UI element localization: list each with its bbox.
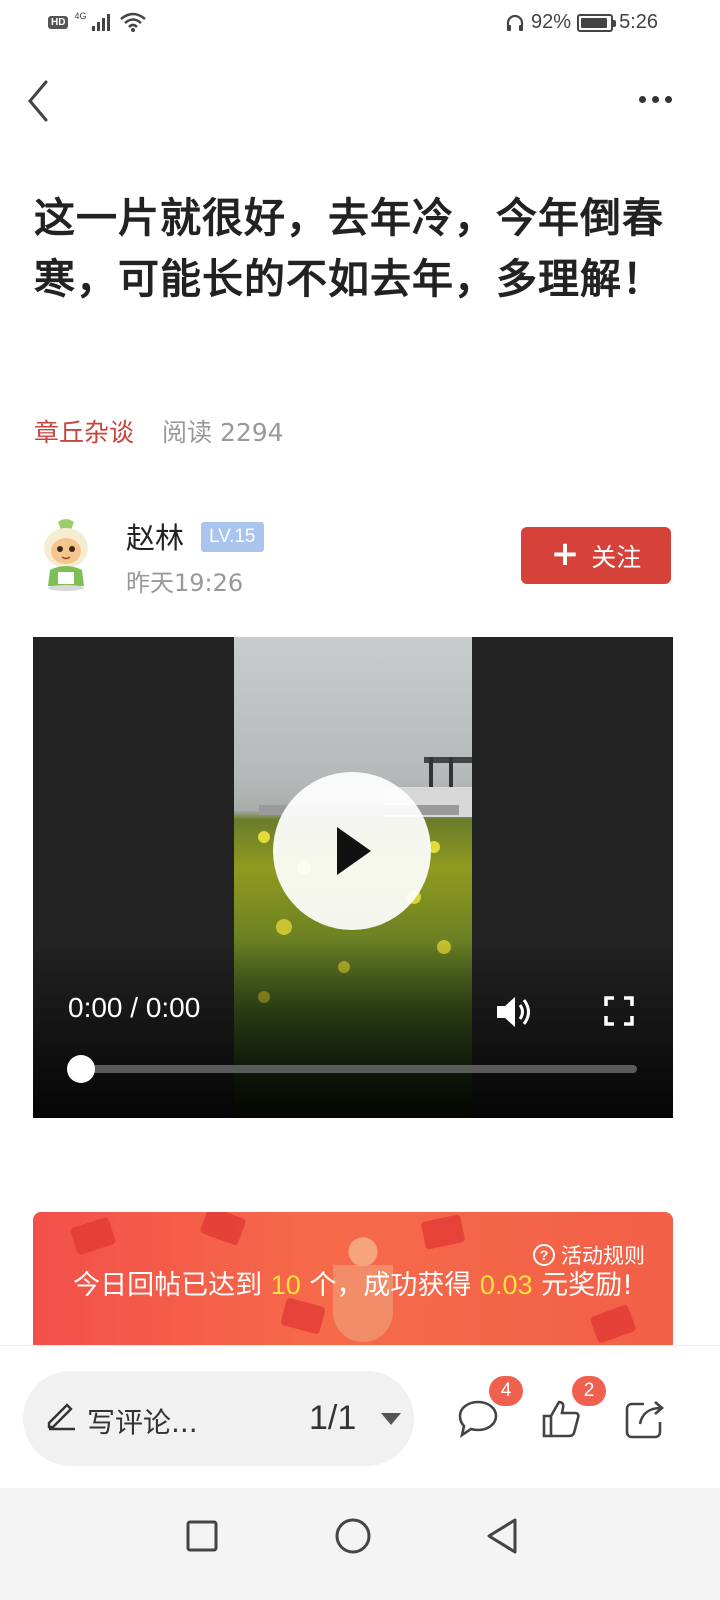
page-indicator[interactable]: 1/1 <box>309 1399 356 1438</box>
reward-amount: 0.03 <box>479 1270 533 1300</box>
share-button[interactable] <box>622 1396 668 1442</box>
volume-icon <box>497 997 530 1027</box>
share-icon <box>625 1401 664 1439</box>
headphones-icon <box>506 14 524 31</box>
network-type: 4G <box>74 11 87 21</box>
plus-icon: + <box>550 533 580 574</box>
status-left: HD 4G <box>48 11 147 32</box>
play-icon <box>337 827 371 875</box>
author-name[interactable]: 赵林 <box>126 515 184 557</box>
post-time: 昨天19:26 <box>126 569 244 597</box>
more-horizontal-icon <box>638 95 646 103</box>
follow-label: 关注 <box>591 542 642 572</box>
play-button[interactable] <box>273 772 431 930</box>
battery-icon <box>577 13 617 32</box>
more-button[interactable] <box>630 84 680 114</box>
clock: 5:26 <box>619 11 658 33</box>
comments-button[interactable]: 4 <box>455 1376 523 1442</box>
wifi-icon <box>120 12 147 32</box>
system-back-button[interactable] <box>476 1510 528 1562</box>
fullscreen-button[interactable] <box>603 995 635 1027</box>
recent-apps-button[interactable] <box>176 1510 228 1562</box>
video-player[interactable]: 0:00 / 0:00 <box>33 637 673 1118</box>
battery-percent: 92% <box>531 11 572 33</box>
video-time: 0:00 / 0:00 <box>68 992 201 1023</box>
read-count: 阅读 2294 <box>162 418 284 447</box>
status-right: 92% 5:26 <box>505 11 658 34</box>
system-navigation-bar <box>0 1488 720 1600</box>
comment-input[interactable]: 写评论... 1/1 <box>23 1371 414 1466</box>
home-button[interactable] <box>327 1510 379 1562</box>
activity-rules-link[interactable]: ? 活动规则 <box>533 1240 645 1270</box>
pen-icon <box>47 1403 75 1431</box>
circle-icon <box>335 1518 371 1554</box>
triangle-back-icon <box>487 1518 517 1554</box>
square-icon <box>186 1520 218 1552</box>
post-title: 这一片就很好，去年冷，今年倒春寒，可能长的不如去年，多理解！ <box>34 194 664 303</box>
dropdown-caret-icon[interactable] <box>381 1413 401 1425</box>
signal-icon <box>92 14 111 31</box>
level-badge: LV.15 <box>201 522 264 552</box>
comment-placeholder: 写评论... <box>87 1406 198 1439</box>
reply-count: 10 <box>270 1270 301 1300</box>
likes-badge: 2 <box>572 1376 606 1406</box>
bottom-action-bar: 写评论... 1/1 4 2 <box>0 1345 720 1488</box>
activity-rules-label: 活动规则 <box>561 1244 645 1268</box>
hd-badge: HD <box>48 15 69 29</box>
volume-button[interactable] <box>493 992 535 1032</box>
channel-link[interactable]: 章丘杂谈 <box>34 413 134 449</box>
reward-banner: ? 活动规则 今日回帖已达到 10 个，成功获得 0.03 元奖励! <box>33 1212 673 1345</box>
progress-track[interactable] <box>81 1065 637 1073</box>
like-button[interactable]: 2 <box>538 1376 606 1442</box>
fullscreen-icon <box>604 996 634 1026</box>
progress-thumb[interactable] <box>67 1055 95 1083</box>
back-button[interactable] <box>18 76 58 126</box>
status-bar: HD 4G 92% 5:26 <box>0 0 720 50</box>
chevron-left-icon <box>28 80 48 122</box>
follow-button[interactable]: + 关注 <box>521 527 671 584</box>
comments-badge: 4 <box>489 1376 523 1406</box>
avatar[interactable] <box>36 518 96 592</box>
question-icon: ? <box>533 1244 555 1266</box>
post-meta: 章丘杂谈 阅读 2294 <box>34 413 284 449</box>
reward-text: 今日回帖已达到 10 个，成功获得 0.03 元奖励! <box>73 1270 633 1301</box>
video-controls-shade <box>33 938 673 1118</box>
